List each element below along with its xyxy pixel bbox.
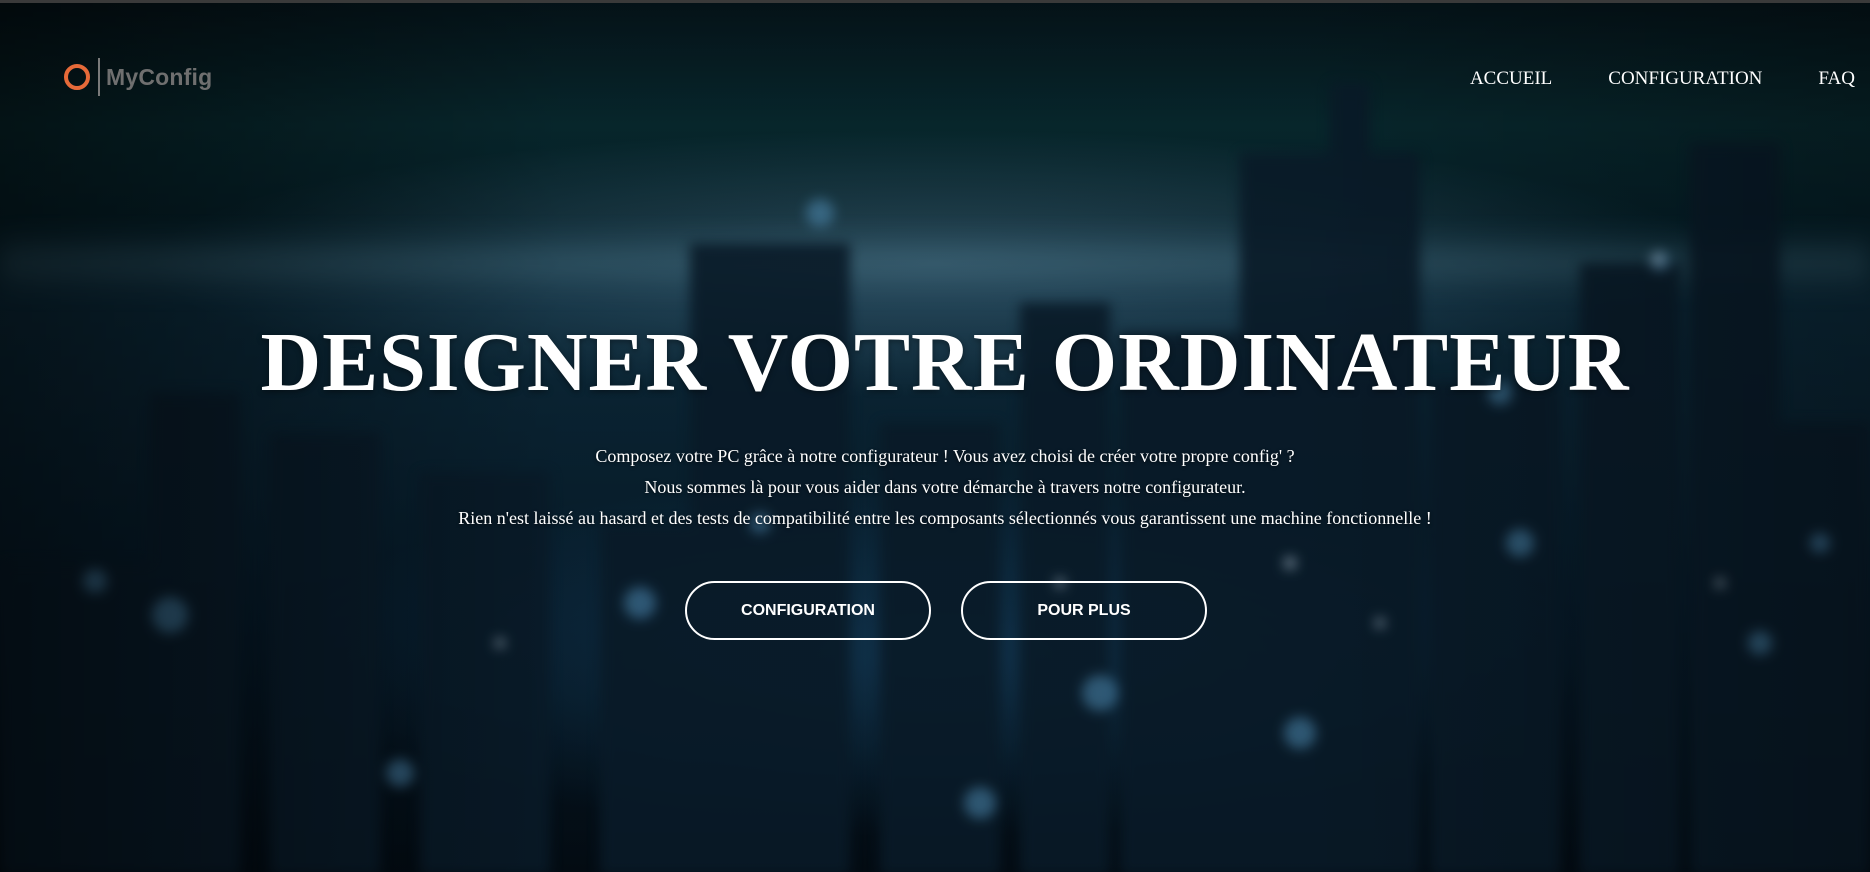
pour-plus-button[interactable]: POUR PLUS [961, 581, 1207, 640]
brand-logo[interactable]: MyConfig [64, 58, 212, 96]
nav-link-accueil[interactable]: ACCUEIL [1470, 68, 1552, 90]
hero-description: Composez votre PC grâce à notre configur… [0, 441, 1870, 534]
hero-title: DESIGNER VOTRE ORDINATEUR [260, 316, 1630, 409]
brand-name: MyConfig [106, 63, 213, 90]
configuration-button[interactable]: CONFIGURATION [685, 581, 931, 640]
hero-description-line: Rien n'est laissé au hasard et des tests… [458, 508, 1432, 528]
hero-actions: CONFIGURATION POUR PLUS [685, 581, 1207, 640]
nav-link-configuration[interactable]: CONFIGURATION [1608, 68, 1762, 90]
ring-logo-icon [64, 64, 90, 90]
top-navbar: MyConfig ACCUEIL CONFIGURATION FAQ [0, 3, 1870, 153]
nav-link-faq[interactable]: FAQ [1818, 68, 1855, 90]
hero-description-line: Composez votre PC grâce à notre configur… [595, 446, 1295, 466]
hero-section: MyConfig ACCUEIL CONFIGURATION FAQ DESIG… [0, 0, 1870, 872]
main-nav: ACCUEIL CONFIGURATION FAQ [1470, 68, 1855, 90]
hero-description-line: Nous sommes là pour vous aider dans votr… [644, 477, 1246, 497]
logo-divider [98, 58, 100, 96]
